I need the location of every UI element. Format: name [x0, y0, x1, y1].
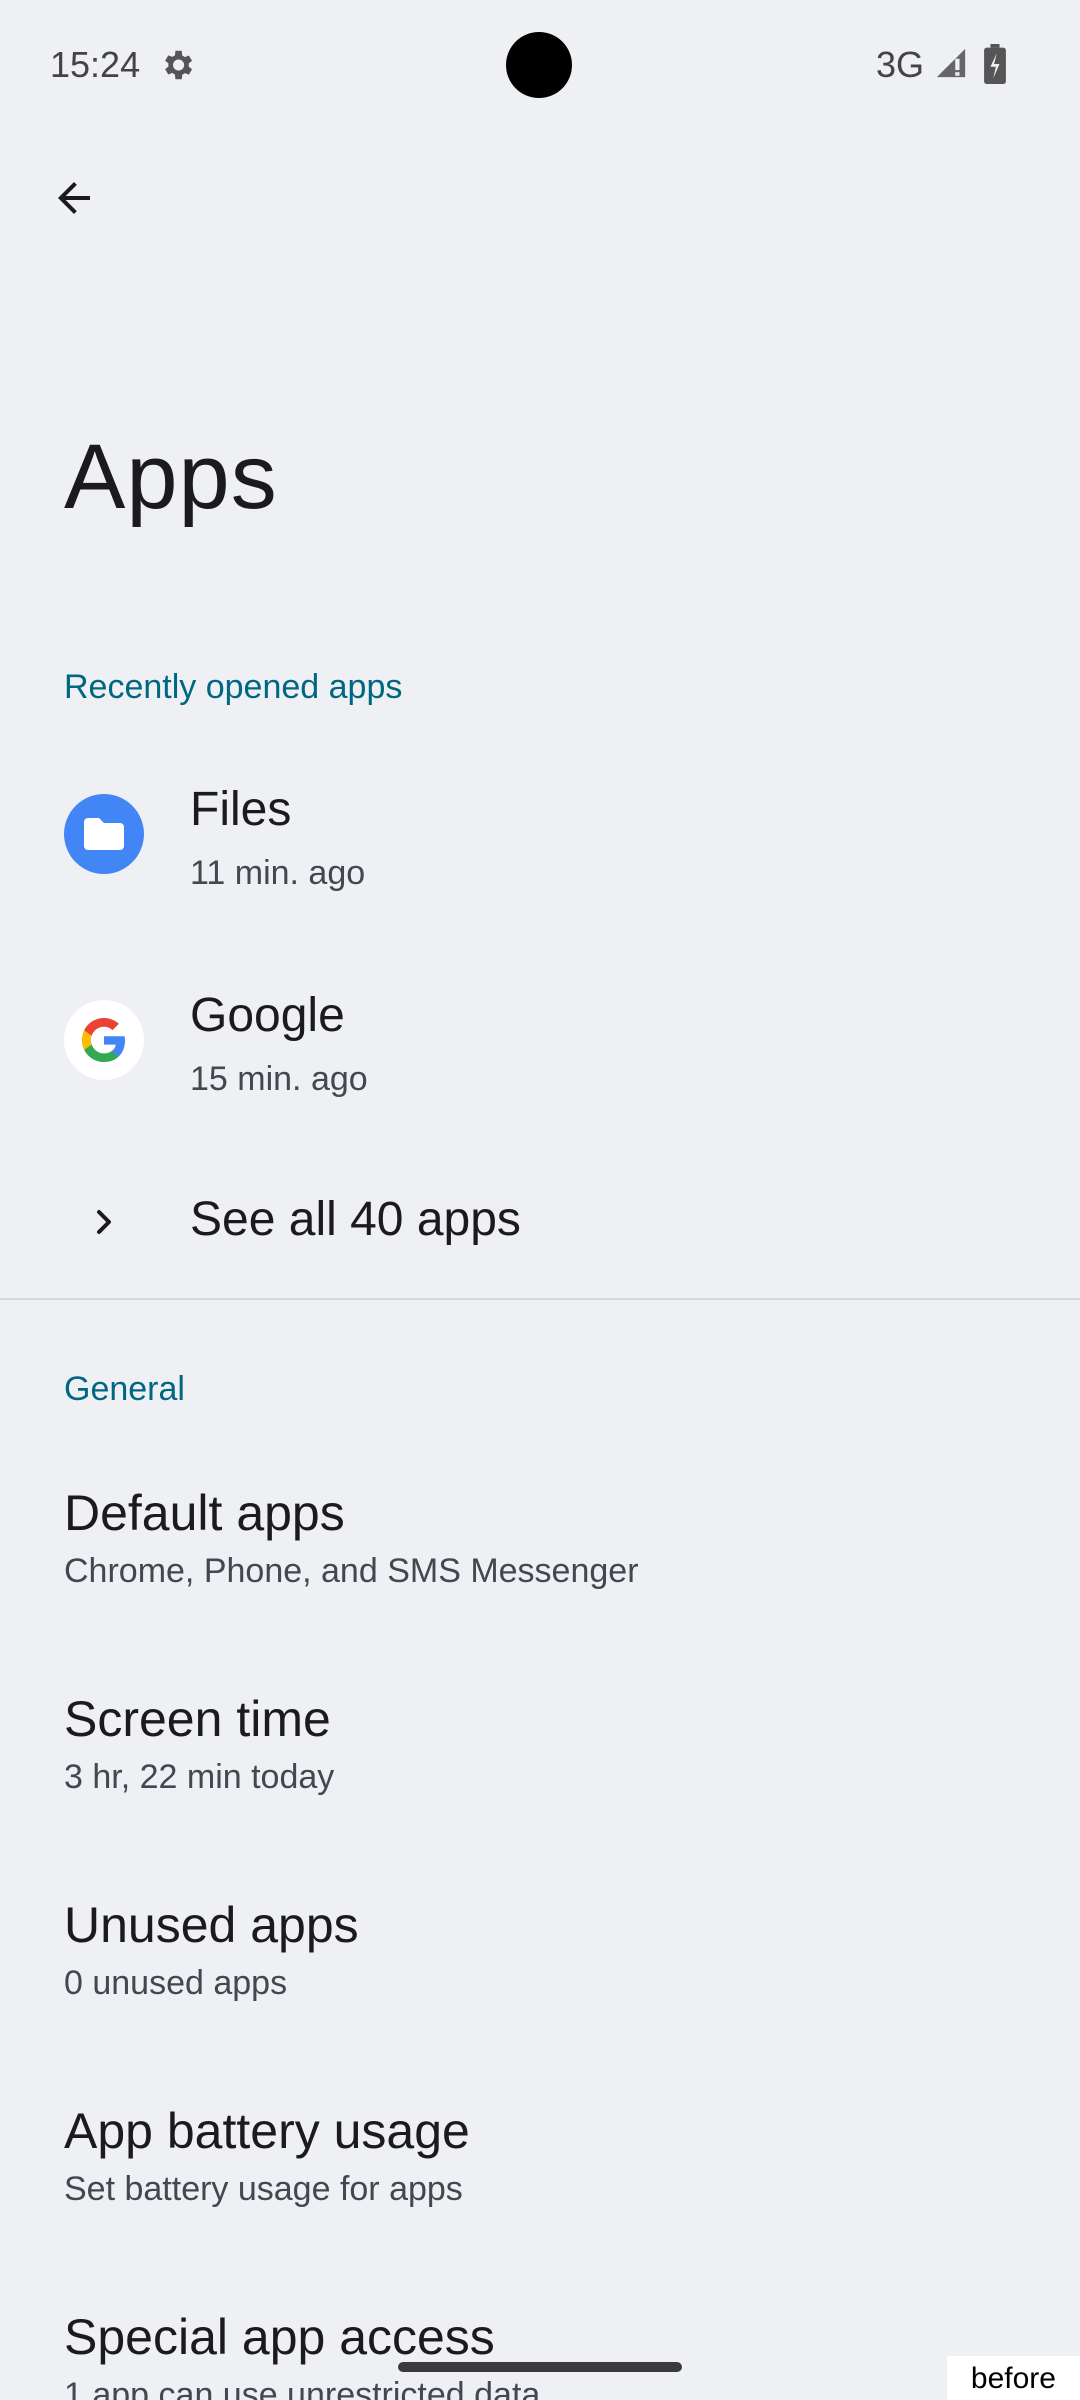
gesture-nav-handle[interactable]: [398, 2362, 682, 2372]
gear-icon: [165, 50, 193, 80]
app-last-opened: 11 min. ago: [190, 854, 366, 892]
default-apps-item[interactable]: Default apps Chrome, Phone, and SMS Mess…: [0, 1434, 1038, 1640]
item-subtitle: 3 hr, 22 min today: [64, 1758, 335, 1796]
app-name: Google: [190, 989, 345, 1042]
item-title: Screen time: [64, 1691, 331, 1747]
general-header: General: [64, 1370, 185, 1408]
camera-cutout: [506, 32, 572, 98]
item-title: App battery usage: [64, 2103, 470, 2159]
app-battery-usage-item[interactable]: App battery usage Set battery usage for …: [0, 2052, 1038, 2258]
item-subtitle: Set battery usage for apps: [64, 2170, 463, 2208]
section-divider: [0, 1298, 1080, 1300]
back-button[interactable]: [40, 164, 108, 232]
status-bar: 15:24 3G: [0, 0, 1080, 128]
item-subtitle: 1 app can use unrestricted data: [64, 2376, 541, 2400]
app-last-opened: 15 min. ago: [190, 1060, 368, 1098]
files-app-icon: [64, 794, 144, 874]
unused-apps-item[interactable]: Unused apps 0 unused apps: [0, 1846, 1038, 2052]
battery-icon: [984, 44, 1006, 84]
google-app-icon: [64, 1000, 144, 1080]
item-subtitle: 0 unused apps: [64, 1964, 288, 2002]
see-all-apps-label: See all 40 apps: [190, 1193, 521, 1246]
item-title: Special app access: [64, 2309, 495, 2365]
item-title: Unused apps: [64, 1897, 359, 1953]
before-label: before: [946, 2356, 1080, 2400]
recent-apps-header: Recently opened apps: [64, 668, 403, 706]
screen-time-item[interactable]: Screen time 3 hr, 22 min today: [0, 1640, 1038, 1846]
chevron-right-icon: [64, 1182, 144, 1262]
page-title: Apps: [64, 426, 278, 528]
network-type: 3G: [876, 44, 925, 85]
special-app-access-item[interactable]: Special app access 1 app can use unrestr…: [0, 2258, 1038, 2400]
app-row-google[interactable]: Google 15 min. ago: [0, 938, 1038, 1144]
item-subtitle: Chrome, Phone, and SMS Messenger: [64, 1552, 639, 1590]
status-time: 15:24: [50, 44, 141, 85]
signal-icon: [936, 48, 966, 78]
back-arrow-icon: [58, 182, 90, 214]
app-name: Files: [190, 783, 292, 836]
see-all-apps-row[interactable]: See all 40 apps: [0, 1144, 1038, 1298]
app-row-files[interactable]: Files 11 min. ago: [0, 732, 1038, 938]
item-title: Default apps: [64, 1485, 345, 1541]
